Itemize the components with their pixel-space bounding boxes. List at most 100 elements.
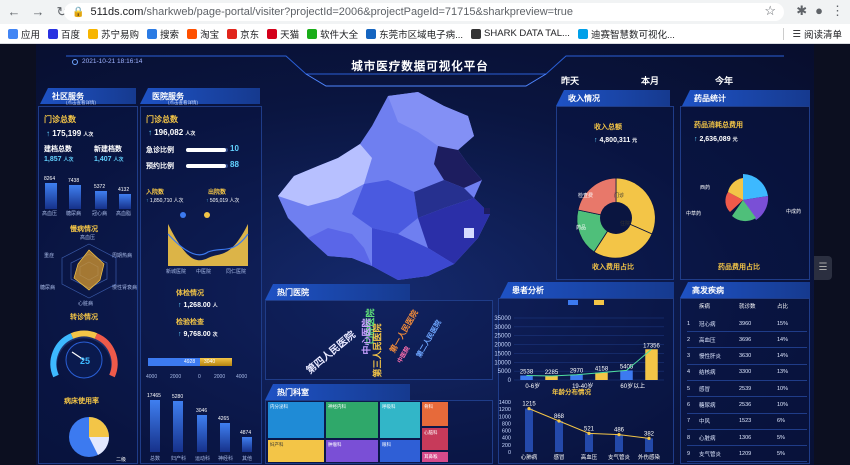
row-rank: 7	[687, 418, 691, 425]
drug-pie-title: 药品费用占比	[718, 264, 760, 271]
exam-value: ↑ 1,268.00 人	[178, 302, 218, 309]
bar	[645, 349, 658, 380]
hospital-outpatient-value: ↑ 196,082 人次	[148, 128, 196, 137]
bookmark-shark[interactable]: SHARK DATA TAL...	[471, 28, 570, 39]
treemap-obstetrics[interactable]: 妇产科	[268, 440, 324, 462]
treemap-oncology[interactable]: 肿瘤科	[326, 440, 378, 462]
bookmark-disai[interactable]: 迪赛智慧数可视化...	[577, 27, 675, 41]
chronic-radar-chart	[61, 243, 117, 299]
reading-list[interactable]: 阅读清单	[804, 27, 842, 41]
table-row[interactable]: 2 高血压 3696 14%	[687, 332, 807, 349]
hbar-axis-3: 0	[198, 374, 201, 380]
x-tick-label: 感冒	[553, 453, 564, 461]
row-ratio: 15%	[777, 320, 789, 327]
bar	[520, 375, 533, 380]
bookmark-baidu[interactable]: 百度	[48, 27, 80, 41]
treemap-respiratory[interactable]: 呼吸科	[380, 402, 420, 438]
hospital-outpatient-label: 门诊总数	[146, 115, 178, 124]
timestamp: 2021-10-21 18:16:14	[82, 58, 143, 65]
lock-icon[interactable]: 🔒	[72, 7, 84, 18]
hot-hospital-title[interactable]: 热门医院	[265, 284, 410, 300]
row-rank: 2	[687, 336, 691, 343]
row-disease: 支气管炎	[699, 451, 722, 458]
patient-title[interactable]: 患者分析	[500, 282, 674, 298]
row-visits: 3630	[739, 353, 752, 360]
treemap-endocrine[interactable]: 内分泌科	[268, 402, 324, 438]
word-3rd-hospital[interactable]: 第三人民医院	[371, 323, 384, 377]
bar	[570, 374, 583, 380]
y-tick-label: 800	[502, 421, 511, 427]
row-rank: 4	[687, 369, 691, 376]
table-row[interactable]: 9 支气管炎 1209 5%	[687, 446, 807, 463]
row-ratio: 14%	[777, 336, 789, 343]
dept-bar-3	[197, 415, 207, 452]
header-visits: 就诊数	[739, 304, 756, 310]
row-disease: 糖尿病	[699, 403, 716, 409]
table-row[interactable]: 8 心脏病 1306 5%	[687, 430, 807, 447]
bookmark-dongguan[interactable]: 东莞市区域电子病...	[366, 27, 463, 41]
y-tick-label: 5000	[498, 369, 512, 375]
url-host: 511ds.com	[90, 6, 144, 18]
period-month[interactable]: 本月	[641, 74, 659, 87]
forward-icon[interactable]: →	[28, 2, 48, 22]
community-outpatient-value: ↑ 175,199 人次	[46, 129, 94, 138]
bookmark-tmall[interactable]: 天猫	[267, 27, 299, 41]
software-icon	[307, 28, 318, 39]
table-row[interactable]: 5 感冒 2539 10%	[687, 381, 807, 398]
treemap-ent[interactable]: 耳鼻喉	[422, 452, 448, 462]
table-row[interactable]: 3 慢性肝炎 3630 14%	[687, 349, 807, 365]
treemap-neurology[interactable]: 神经内科	[326, 402, 378, 438]
reading-list-icon[interactable]: ☰	[792, 29, 801, 40]
treemap-ophthalmology[interactable]: 眼科	[380, 440, 420, 462]
bookmark-star-icon[interactable]: ☆	[764, 3, 776, 19]
dept-value-3: 3046	[196, 408, 208, 414]
bed-usage-pie	[69, 417, 110, 457]
period-yesterday[interactable]: 昨天	[561, 74, 579, 87]
y-tick-label: 35000	[494, 316, 511, 322]
data-label: 1215	[522, 402, 536, 408]
drug-title[interactable]: 药品统计	[682, 90, 810, 106]
bookmarks-bar: 应用 百度 苏宁易购 搜索 淘宝 京东 天猫 软件大全 东莞市区域电子病... …	[0, 24, 850, 44]
bookmark-suning[interactable]: 苏宁易购	[88, 27, 139, 41]
y-tick-label: 30000	[494, 325, 511, 331]
new-files-value: 1,407 人次	[94, 156, 124, 163]
bar	[620, 370, 633, 380]
data-label: 2285	[545, 370, 559, 376]
row-disease: 心脏病	[699, 435, 716, 442]
extensions-icon[interactable]: ✱	[796, 3, 807, 19]
address-bar[interactable]: 🔒 511ds.com/sharkweb/page-portal/visiter…	[64, 3, 784, 21]
table-row[interactable]: 6 糖尿病 2536 10%	[687, 398, 807, 414]
back-icon[interactable]: ←	[4, 2, 24, 22]
period-year[interactable]: 今年	[715, 74, 733, 87]
side-toggle-icon[interactable]: ☰	[814, 256, 832, 280]
hot-dept-title[interactable]: 热门科室	[265, 384, 410, 400]
menu-icon[interactable]: ⋮	[831, 3, 844, 19]
area-axis-2: 中医院	[196, 269, 212, 275]
bookmark-jd[interactable]: 京东	[227, 27, 259, 41]
income-title[interactable]: 收入情况	[556, 90, 670, 106]
data-label: 2538	[520, 370, 534, 376]
china-map[interactable]	[268, 88, 508, 284]
bar-chd	[95, 191, 107, 209]
hospital-title[interactable]: 医院服务	[140, 88, 260, 104]
row-disease: 中风	[699, 419, 711, 426]
bookmark-software[interactable]: 软件大全	[307, 27, 358, 41]
bar	[615, 434, 623, 452]
table-row[interactable]: 7 中风 1523 6%	[687, 414, 807, 430]
treemap-orthopedics[interactable]: 骨科	[422, 402, 448, 426]
appointment-fill	[186, 164, 226, 168]
row-ratio: 14%	[777, 353, 789, 360]
table-row[interactable]: 4 结核病 3300 13%	[687, 365, 807, 381]
treemap-cardio[interactable]: 心脑科	[422, 428, 448, 450]
chronic-title: 慢病情况	[70, 226, 98, 233]
area-axis-1: 新城医院	[166, 269, 187, 275]
profile-icon[interactable]: ●	[815, 3, 823, 19]
bookmark-apps[interactable]: 应用	[8, 27, 40, 41]
row-visits: 1209	[739, 450, 752, 457]
page-icon	[577, 28, 588, 39]
y-tick-label: 1200	[499, 407, 511, 413]
bookmark-search[interactable]: 搜索	[147, 27, 179, 41]
bookmark-taobao[interactable]: 淘宝	[187, 27, 219, 41]
table-row[interactable]: 1 冠心病 3960 15%	[687, 316, 807, 332]
x-tick-label: 高血压	[581, 453, 598, 461]
